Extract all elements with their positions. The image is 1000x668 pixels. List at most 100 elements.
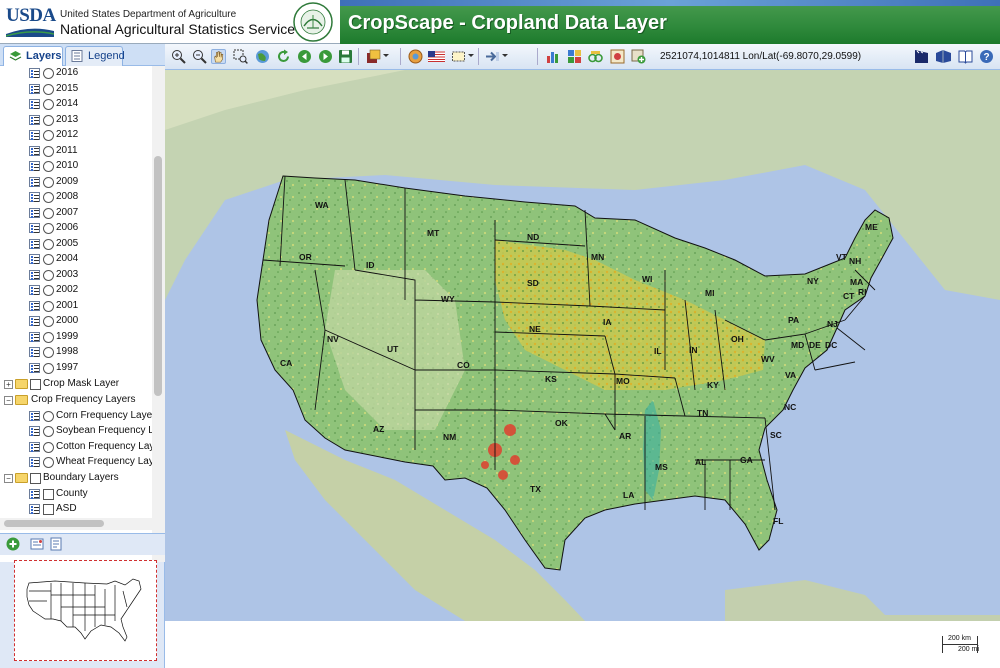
refresh-icon[interactable]: [276, 49, 291, 64]
year-radio[interactable]: [43, 207, 54, 219]
layer-row-2000[interactable]: 2000: [0, 314, 152, 330]
year-radio[interactable]: [43, 269, 54, 281]
scroll-thumb[interactable]: [4, 520, 104, 527]
export-dropdown-arrow[interactable]: [383, 54, 389, 57]
year-radio[interactable]: [43, 285, 54, 296]
layer-row-county[interactable]: County: [0, 487, 152, 503]
legend-icon[interactable]: [29, 441, 40, 452]
year-radio[interactable]: [43, 238, 54, 250]
select-dropdown-arrow[interactable]: [468, 54, 474, 57]
layer-row-2015[interactable]: 2015: [0, 82, 152, 98]
crop-mask-checkbox[interactable]: [30, 379, 41, 390]
full-extent-icon[interactable]: [255, 49, 270, 64]
legend-icon[interactable]: [29, 347, 40, 357]
layer-row-2016[interactable]: 2016: [0, 66, 152, 82]
layer-row-2011[interactable]: 2011: [0, 144, 152, 160]
year-radio[interactable]: [43, 192, 54, 203]
layer-row-cotton-frequency[interactable]: Cotton Frequency Lay: [0, 440, 152, 456]
analysis-icon[interactable]: [567, 49, 582, 64]
layer-row-2012[interactable]: 2012: [0, 128, 152, 144]
legend-icon[interactable]: [29, 504, 40, 514]
layer-row-asd[interactable]: ASD: [0, 502, 152, 518]
zoom-box-icon[interactable]: [233, 49, 248, 64]
year-radio[interactable]: [43, 362, 54, 374]
forward-icon[interactable]: [318, 49, 333, 64]
legend-icon[interactable]: [29, 426, 40, 436]
layer-tree[interactable]: 2016 2015 2014 2013 2012 2011 2010 2009 …: [0, 66, 152, 562]
add-layer-icon[interactable]: [6, 537, 20, 551]
legend-icon[interactable]: [29, 300, 40, 311]
legend-icon[interactable]: [29, 488, 40, 499]
identify-icon[interactable]: [408, 49, 423, 64]
year-radio[interactable]: [43, 223, 54, 234]
year-radio[interactable]: [43, 161, 54, 172]
select-area-icon[interactable]: [451, 49, 466, 64]
layer-tree-vscrollbar[interactable]: [152, 66, 165, 562]
frequency-radio[interactable]: [43, 457, 54, 468]
layer-row-2008[interactable]: 2008: [0, 190, 152, 206]
legend-icon[interactable]: [29, 410, 40, 421]
layer-row-1999[interactable]: 1999: [0, 330, 152, 346]
tab-legend[interactable]: Legend: [65, 46, 125, 66]
add-data-icon[interactable]: [631, 49, 646, 64]
legend-icon[interactable]: [29, 99, 40, 109]
frequency-radio[interactable]: [43, 441, 54, 453]
layer-row-boundary[interactable]: − Boundary Layers: [0, 471, 152, 487]
legend-icon[interactable]: [29, 254, 40, 264]
legend-icon[interactable]: [29, 176, 40, 187]
legend-icon[interactable]: [29, 316, 40, 326]
statistics-icon[interactable]: [546, 49, 561, 64]
layer-row-2013[interactable]: 2013: [0, 113, 152, 129]
frequency-radio[interactable]: [43, 410, 54, 422]
layer-row-2003[interactable]: 2003: [0, 268, 152, 284]
layer-tree-hscrollbar[interactable]: [0, 518, 165, 530]
export-icon[interactable]: [366, 49, 381, 64]
asd-checkbox[interactable]: [43, 504, 54, 515]
back-icon[interactable]: [297, 49, 312, 64]
layer-info-icon[interactable]: [49, 537, 63, 551]
layer-row-2006[interactable]: 2006: [0, 221, 152, 237]
legend-icon[interactable]: [29, 130, 40, 140]
us-flag-icon[interactable]: [428, 49, 445, 64]
year-radio[interactable]: [43, 114, 54, 126]
layer-row-wheat-frequency[interactable]: Wheat Frequency Layer: [0, 455, 152, 471]
collapse-icon[interactable]: −: [4, 396, 13, 405]
year-radio[interactable]: [43, 331, 54, 343]
help-icon[interactable]: ?: [979, 49, 994, 64]
legend-icon[interactable]: [29, 331, 40, 342]
year-radio[interactable]: [43, 300, 54, 312]
layer-row-crop-frequency[interactable]: − Crop Frequency Layers: [0, 393, 152, 409]
layer-row-1997[interactable]: 1997: [0, 361, 152, 377]
layer-row-2001[interactable]: 2001: [0, 299, 152, 315]
layers-book-icon[interactable]: [935, 49, 952, 64]
year-radio[interactable]: [43, 68, 54, 79]
change-icon[interactable]: [588, 49, 603, 64]
year-radio[interactable]: [43, 347, 54, 358]
year-radio[interactable]: [43, 316, 54, 327]
year-radio[interactable]: [43, 130, 54, 141]
map-canvas[interactable]: WA OR CA ID NV MT WY UT AZ CO NM ND SD N…: [165, 70, 1000, 621]
layer-row-2005[interactable]: 2005: [0, 237, 152, 253]
legend-icon[interactable]: [29, 457, 40, 467]
tab-layers[interactable]: Layers: [3, 46, 63, 66]
map-view[interactable]: WA OR CA ID NV MT WY UT AZ CO NM ND SD N…: [165, 70, 1000, 621]
layer-row-crop-mask[interactable]: + Crop Mask Layer: [0, 377, 152, 393]
layer-row-soybean-frequency[interactable]: Soybean Frequency Lay: [0, 424, 152, 440]
layer-row-corn-frequency[interactable]: Corn Frequency Layer (: [0, 409, 152, 425]
frequency-radio[interactable]: [43, 426, 54, 437]
overview-map[interactable]: [14, 560, 157, 661]
legend-icon[interactable]: [29, 238, 40, 249]
layer-row-2007[interactable]: 2007: [0, 206, 152, 222]
expand-icon[interactable]: +: [4, 380, 13, 389]
legend-icon[interactable]: [29, 83, 40, 94]
legend-icon[interactable]: [29, 114, 40, 125]
aoi-dropdown-arrow[interactable]: [502, 54, 508, 57]
usda-logo[interactable]: USDA: [6, 5, 56, 39]
county-checkbox[interactable]: [43, 488, 54, 500]
scroll-thumb[interactable]: [154, 156, 162, 396]
legend-icon[interactable]: [29, 192, 40, 202]
save-icon[interactable]: [338, 49, 353, 64]
zoom-in-icon[interactable]: [171, 49, 186, 64]
year-radio[interactable]: [43, 254, 54, 265]
define-aoi-icon[interactable]: [485, 49, 500, 64]
